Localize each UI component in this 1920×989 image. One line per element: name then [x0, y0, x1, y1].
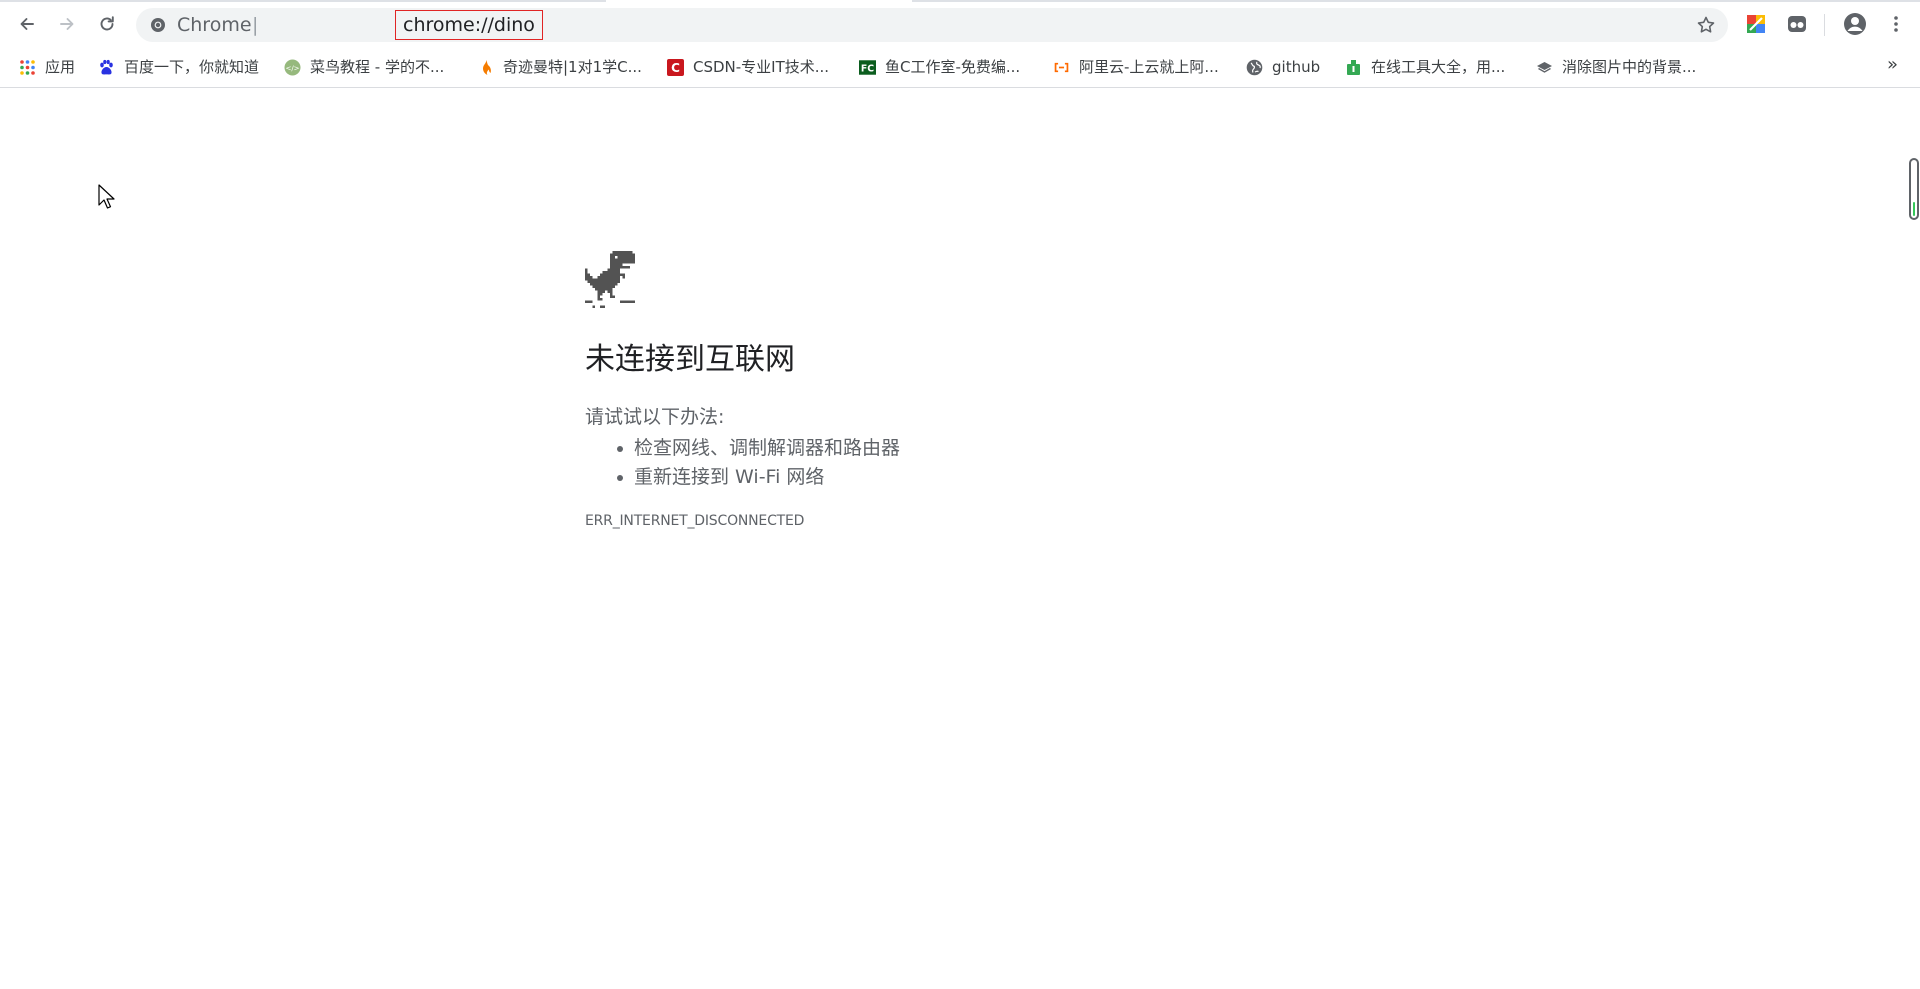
active-tab-edge [606, 0, 912, 2]
error-title: 未连接到互联网 [585, 342, 795, 377]
url-text[interactable]: chrome://dino [403, 15, 535, 35]
tampermonkey-extension-icon[interactable] [1787, 14, 1807, 34]
bookmark-star-icon[interactable] [1696, 15, 1716, 35]
url-highlight-box[interactable]: chrome://dino [395, 10, 543, 40]
scrollbar-thumb[interactable] [1909, 158, 1919, 220]
flame-logo-icon [477, 59, 494, 76]
bookmark-label: CSDN-专业IT技术... [693, 58, 830, 76]
bookmark-label: 应用 [45, 58, 76, 76]
toolbar-divider [1824, 14, 1825, 36]
runoob-icon: </> [284, 59, 301, 76]
suggestion-item: 重新连接到 Wi-Fi 网络 [616, 463, 900, 492]
fishc-icon: FC [859, 59, 876, 76]
aliyun-icon [1053, 59, 1070, 76]
suggestions-intro: 请试试以下办法: [585, 406, 725, 428]
chrome-page-icon [151, 18, 165, 32]
layers-icon [1536, 59, 1553, 76]
csdn-icon: C [667, 58, 684, 76]
svg-text:</>: </> [285, 64, 299, 72]
bookmark-online-tools[interactable]: 在线工具大全，用... [1345, 56, 1505, 78]
reload-button[interactable] [92, 9, 122, 39]
bookmark-apps[interactable]: 应用 [19, 56, 75, 78]
globe-icon [1246, 59, 1263, 76]
suggestions-list: 检查网线、调制解调器和路由器 重新连接到 Wi-Fi 网络 [616, 434, 900, 492]
colorful-extension-icon[interactable] [1746, 14, 1766, 34]
bookmark-aliyun[interactable]: 阿里云-上云就上阿... [1053, 56, 1219, 78]
bookmark-label: 奇迹曼特|1对1学C... [503, 58, 642, 76]
bookmark-label: 在线工具大全，用... [1371, 58, 1506, 76]
forward-button[interactable] [52, 9, 82, 39]
browser-toolbar: Chrome | chrome://dino [0, 0, 1920, 46]
suggestion-item: 检查网线、调制解调器和路由器 [616, 434, 900, 463]
bookmark-label: 消除图片中的背景... [1562, 58, 1697, 76]
bookmark-fishc[interactable]: FC 鱼C工作室-免费编... [859, 56, 1020, 78]
back-button[interactable] [12, 9, 42, 39]
bookmark-label: 阿里云-上云就上阿... [1079, 58, 1219, 76]
site-chip-separator: | [252, 14, 259, 36]
bookmarks-bar: 应用 百度一下，你就知道 </> 菜鸟教程 - 学的不... 奇迹曼特|1对1学… [0, 46, 1920, 88]
error-page: 未连接到互联网 请试试以下办法: 检查网线、调制解调器和路由器 重新连接到 Wi… [0, 89, 1920, 989]
scroll-indicator-fill [1913, 202, 1915, 216]
bookmark-runoob[interactable]: </> 菜鸟教程 - 学的不... [284, 56, 444, 78]
svg-text:FC: FC [861, 63, 874, 74]
bookmark-github[interactable]: github [1246, 56, 1320, 78]
kebab-menu-icon[interactable] [1886, 14, 1906, 34]
dino-icon[interactable] [585, 251, 640, 308]
bookmark-label: 菜鸟教程 - 学的不... [310, 58, 445, 76]
back-arrow-icon [20, 18, 34, 30]
bookmark-baidu[interactable]: 百度一下，你就知道 [98, 56, 259, 78]
tab-strip-edge [0, 0, 1920, 2]
site-chip-label: Chrome [177, 14, 252, 36]
error-code: ERR_INTERNET_DISCONNECTED [585, 513, 805, 529]
forward-arrow-icon [60, 18, 74, 30]
svg-text:C: C [671, 61, 680, 75]
baidu-paw-icon [98, 59, 115, 76]
bookmark-label: 鱼C工作室-免费编... [885, 58, 1021, 76]
profile-avatar-icon[interactable] [1843, 12, 1867, 36]
bookmark-csdn[interactable]: C CSDN-专业IT技术... [667, 56, 829, 78]
bookmark-qijimante[interactable]: 奇迹曼特|1对1学C... [477, 56, 642, 78]
reload-icon [100, 16, 114, 31]
bookmark-label: github [1272, 58, 1321, 76]
bookmark-remove-bg[interactable]: 消除图片中的背景... [1536, 56, 1696, 78]
address-bar[interactable]: Chrome | chrome://dino [136, 8, 1728, 42]
bookmarks-overflow-button[interactable]: » [1887, 55, 1898, 75]
mouse-cursor-icon [98, 184, 115, 209]
apps-grid-icon [19, 59, 36, 76]
tools-icon [1345, 59, 1362, 76]
bookmark-label: 百度一下，你就知道 [124, 58, 260, 76]
